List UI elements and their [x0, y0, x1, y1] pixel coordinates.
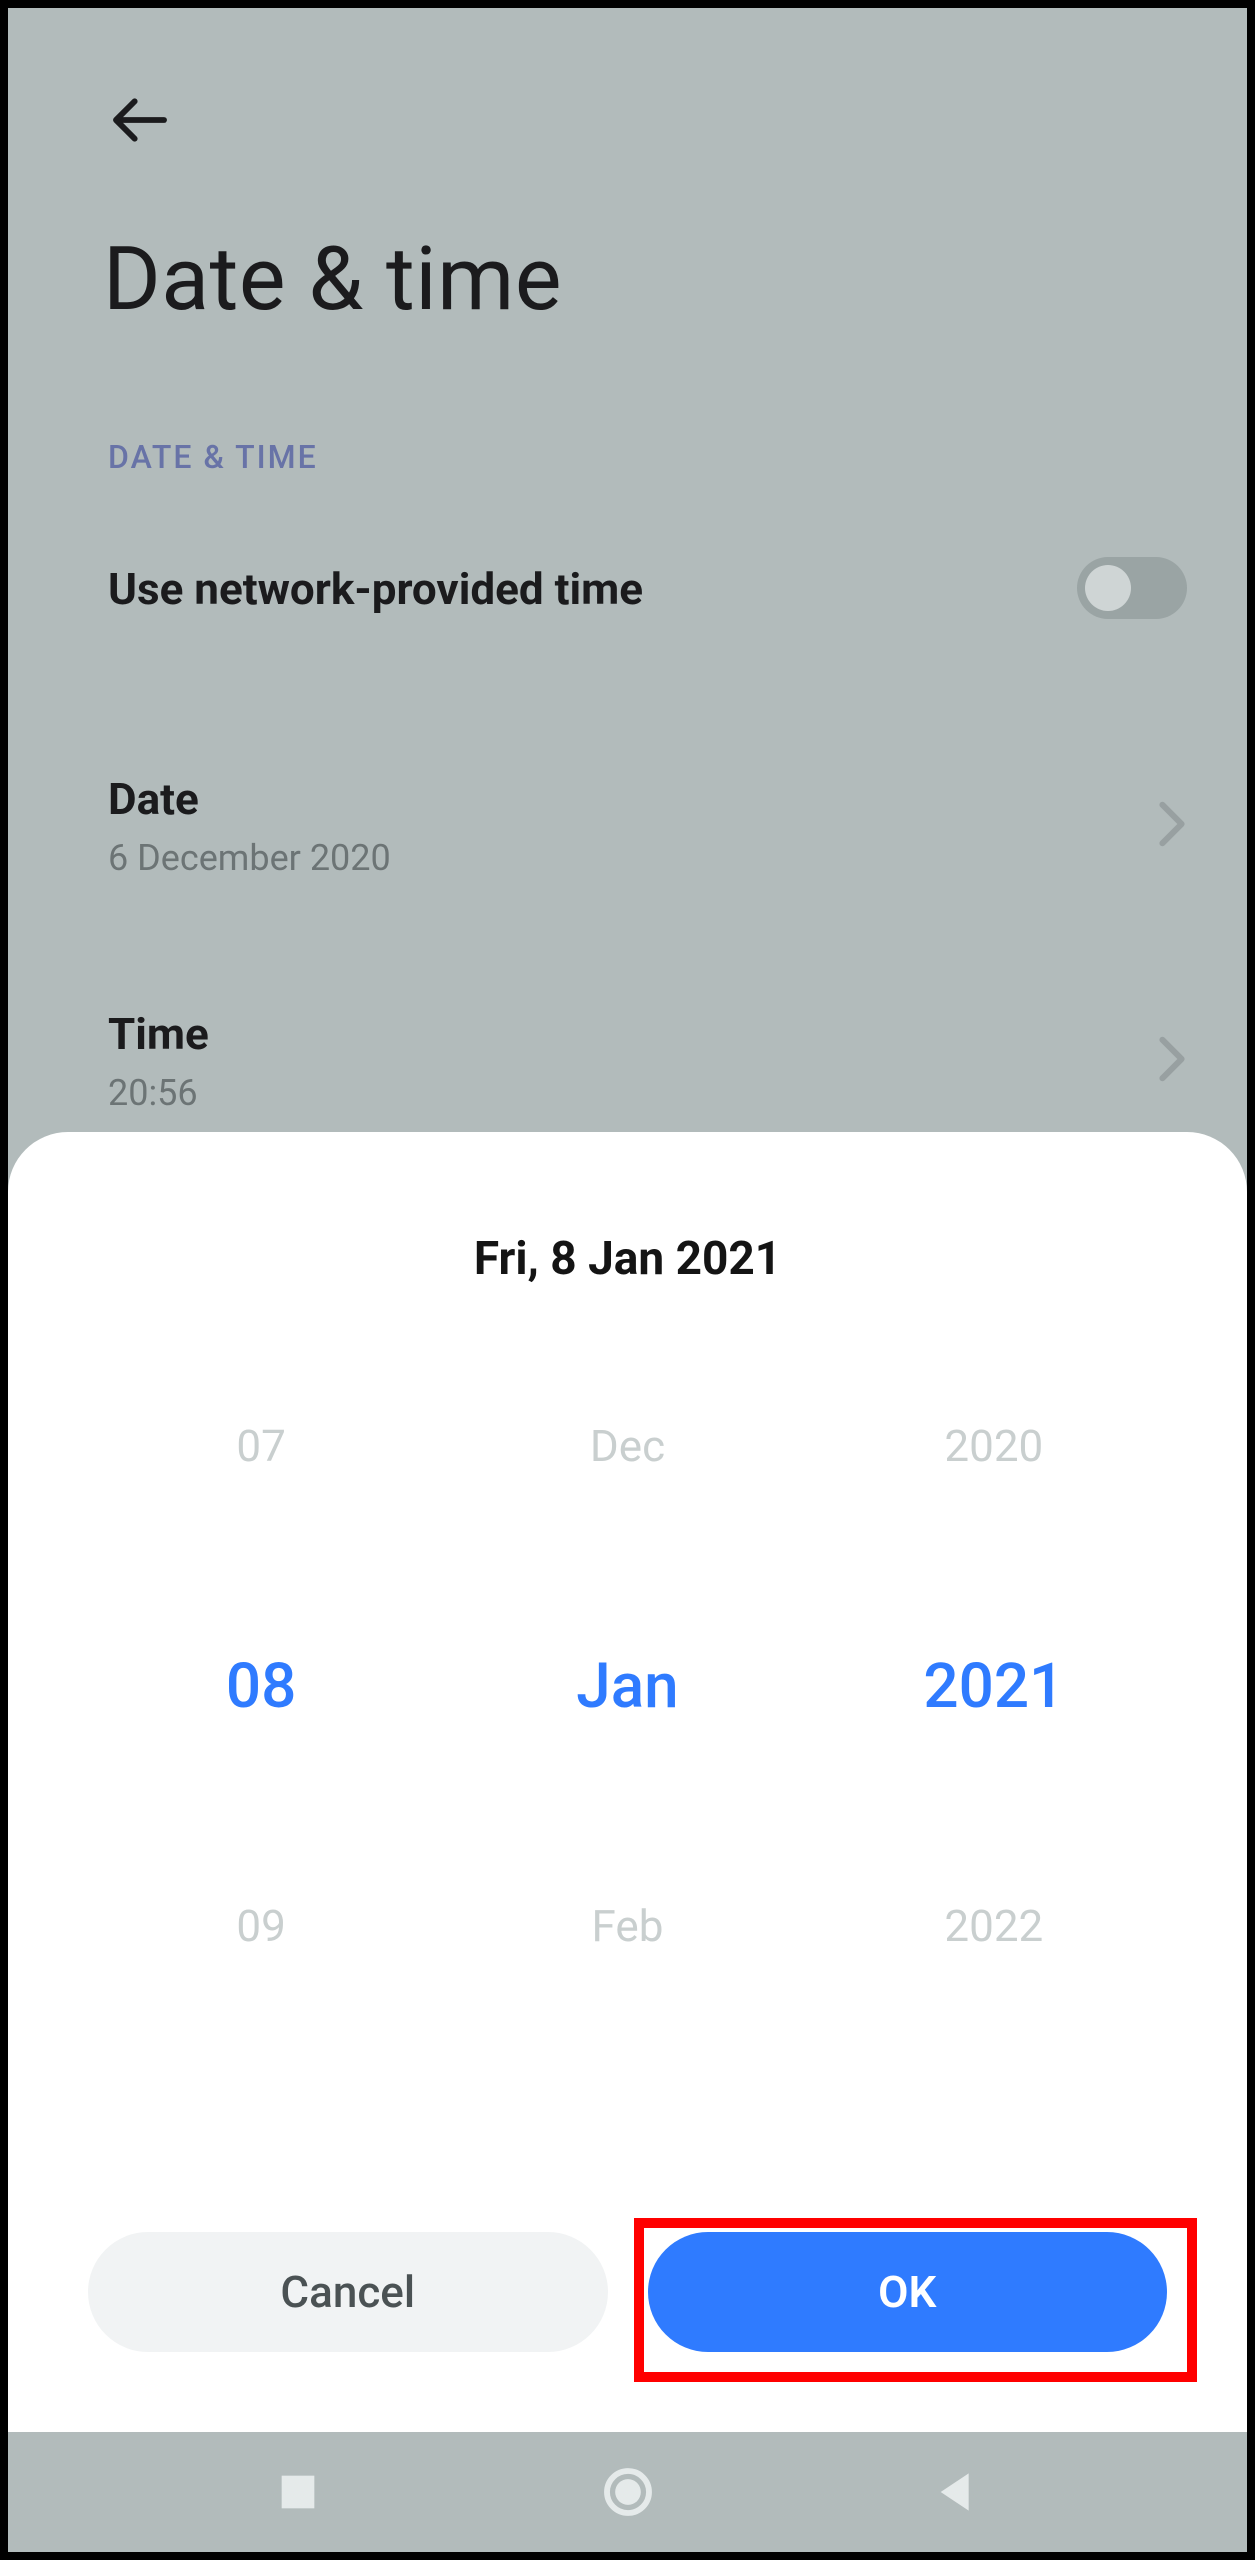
ok-button[interactable]: OK [648, 2232, 1168, 2352]
nav-back-button[interactable] [917, 2452, 997, 2532]
year-wheel[interactable]: 2020 2021 2022 [811, 1406, 1177, 1966]
section-header: DATE & TIME [108, 438, 318, 476]
network-time-toggle[interactable] [1077, 557, 1187, 619]
nav-home-button[interactable] [588, 2452, 668, 2532]
date-picker-selected-label: Fri, 8 Jan 2021 [8, 1232, 1247, 1286]
back-button[interactable] [108, 88, 172, 152]
year-prev[interactable]: 2020 [944, 1406, 1043, 1486]
row-network-title: Use network-provided time [108, 563, 1187, 615]
month-next[interactable]: Feb [592, 1886, 664, 1966]
day-wheel[interactable]: 07 08 09 [78, 1406, 444, 1966]
date-picker-sheet: Fri, 8 Jan 2021 07 08 09 Dec Jan Feb 202… [8, 1132, 1247, 2432]
cancel-button[interactable]: Cancel [88, 2232, 608, 2352]
system-nav-bar [8, 2432, 1247, 2552]
row-network-time[interactable]: Use network-provided time [108, 563, 1187, 615]
year-selected[interactable]: 2021 [923, 1646, 1064, 1726]
row-date-value: 6 December 2020 [108, 837, 1187, 879]
day-next[interactable]: 09 [236, 1886, 285, 1966]
month-prev[interactable]: Dec [590, 1406, 665, 1486]
day-selected[interactable]: 08 [226, 1646, 296, 1726]
month-selected[interactable]: Jan [576, 1646, 678, 1726]
month-wheel[interactable]: Dec Jan Feb [444, 1406, 810, 1966]
row-date-title: Date [108, 773, 1187, 825]
day-prev[interactable]: 07 [236, 1406, 285, 1486]
nav-recent-button[interactable] [258, 2452, 338, 2532]
page-title: Date & time [103, 228, 562, 331]
year-next[interactable]: 2022 [944, 1886, 1043, 1966]
chevron-right-icon [1157, 1035, 1187, 1087]
row-time[interactable]: Time 20:56 [108, 1008, 1187, 1114]
row-time-value: 20:56 [108, 1072, 1187, 1114]
chevron-right-icon [1157, 800, 1187, 852]
row-time-title: Time [108, 1008, 1187, 1060]
row-date[interactable]: Date 6 December 2020 [108, 773, 1187, 879]
